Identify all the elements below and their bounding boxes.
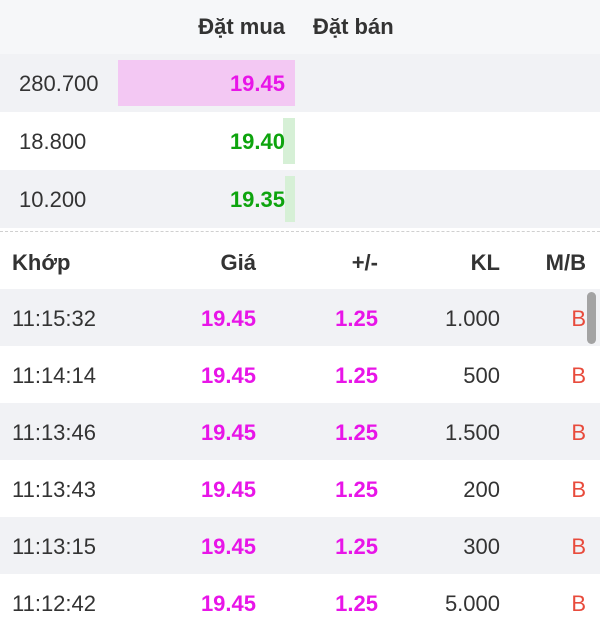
trade-price: 19.45	[200, 534, 256, 559]
trade-row[interactable]: 11:15:32 19.45 1.25 1.000 B	[0, 289, 600, 346]
trade-time: 11:13:15	[12, 534, 97, 559]
trade-side: B	[571, 363, 586, 388]
trade-row[interactable]: 11:12:42 19.45 1.25 5.000 B	[0, 574, 600, 631]
trade-change: 1.25	[335, 306, 378, 331]
trade-change: 1.25	[335, 363, 378, 388]
trade-time: 11:13:46	[12, 420, 97, 445]
buy-header: Đặt mua	[198, 14, 285, 39]
price-header: Giá	[220, 250, 256, 275]
trade-time: 11:12:42	[12, 591, 97, 616]
trade-price: 19.45	[200, 306, 256, 331]
order-book-row[interactable]: 280.700 19.45	[0, 54, 600, 112]
trade-row[interactable]: 11:13:15 19.45 1.25 300 B	[0, 517, 600, 574]
trade-time: 11:13:43	[12, 477, 97, 502]
bid-volume: 18.800	[19, 129, 87, 154]
trade-side: B	[571, 306, 586, 331]
trade-volume: 1.000	[444, 306, 500, 331]
trade-time: 11:15:32	[12, 306, 97, 331]
trade-side: B	[571, 534, 586, 559]
trade-time: 11:14:14	[12, 363, 97, 388]
side-header: M/B	[545, 250, 586, 275]
bid-volume: 10.200	[19, 187, 87, 212]
trade-price: 19.45	[200, 591, 256, 616]
trade-side: B	[571, 477, 586, 502]
trade-row[interactable]: 11:14:14 19.45 1.25 500 B	[0, 346, 600, 403]
time-header: Khớp	[12, 250, 71, 275]
change-header: +/-	[351, 250, 378, 275]
trade-change: 1.25	[335, 477, 378, 502]
trade-price: 19.45	[200, 363, 256, 388]
trade-volume: 500	[463, 363, 500, 388]
bid-price: 19.35	[229, 187, 285, 212]
trade-volume: 300	[463, 534, 500, 559]
trade-volume: 200	[463, 477, 500, 502]
trade-price: 19.45	[200, 420, 256, 445]
bid-volume: 280.700	[19, 71, 99, 96]
bid-price: 19.40	[229, 129, 285, 154]
trade-price: 19.45	[200, 477, 256, 502]
section-divider	[0, 231, 600, 232]
volume-header: KL	[470, 250, 500, 275]
trade-row[interactable]: 11:13:43 19.45 1.25 200 B	[0, 460, 600, 517]
trade-volume: 5.000	[444, 591, 500, 616]
order-book-row[interactable]: 18.800 19.40	[0, 112, 600, 170]
sell-header: Đặt bán	[313, 14, 394, 39]
order-book-header: Đặt mua Đặt bán	[0, 0, 600, 54]
order-book-row[interactable]: 10.200 19.35	[0, 170, 600, 228]
bid-price: 19.45	[229, 71, 285, 96]
trade-row[interactable]: 11:13:46 19.45 1.25 1.500 B	[0, 403, 600, 460]
trades-header: Khớp Giá +/- KL M/B	[0, 233, 600, 289]
depth-bar	[285, 176, 295, 222]
trade-change: 1.25	[335, 591, 378, 616]
trade-change: 1.25	[335, 420, 378, 445]
trade-change: 1.25	[335, 534, 378, 559]
trade-side: B	[571, 420, 586, 445]
trade-volume: 1.500	[444, 420, 500, 445]
trade-side: B	[571, 591, 586, 616]
scrollbar-thumb[interactable]	[587, 292, 596, 344]
